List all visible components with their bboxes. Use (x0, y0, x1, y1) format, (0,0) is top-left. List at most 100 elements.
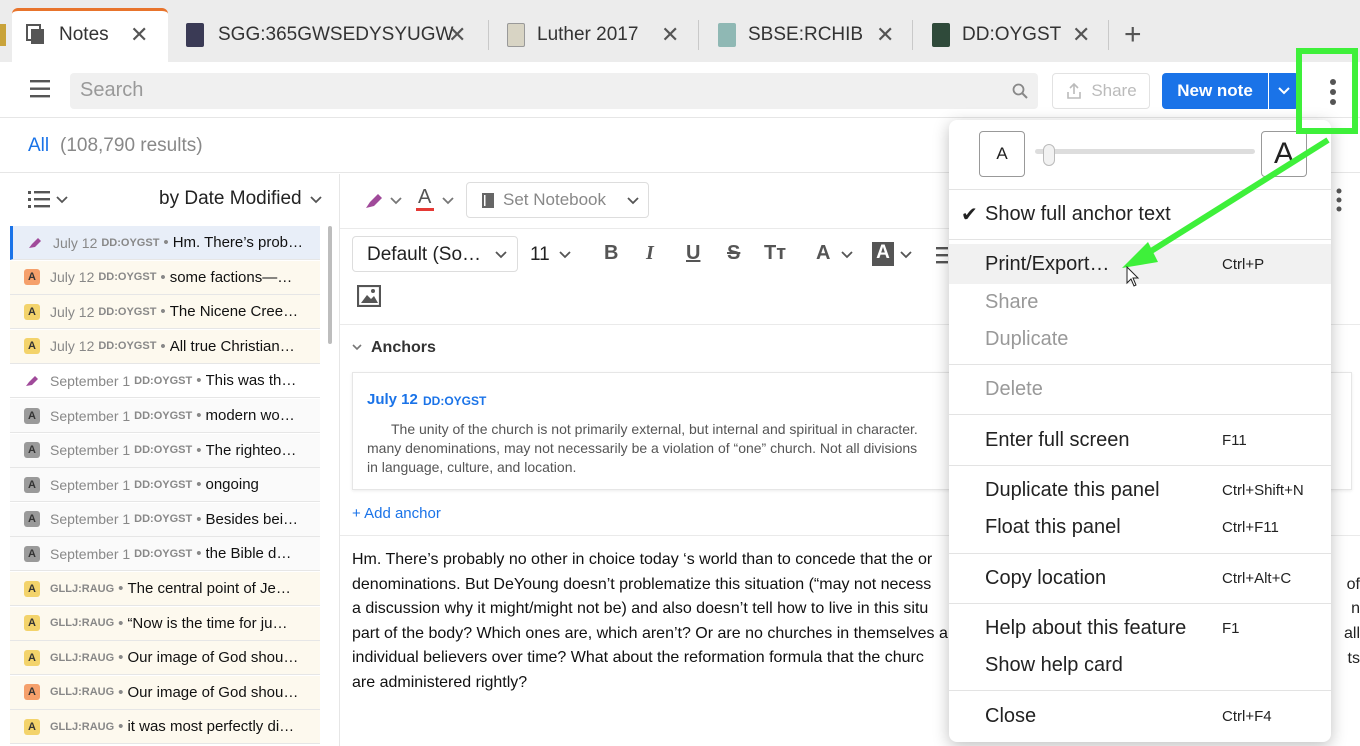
anchor-a-icon: A (24, 442, 40, 459)
highlight-color-icon[interactable]: A (872, 242, 894, 266)
list-item[interactable]: A July 12 DD:OYGST • All true Christian… (10, 329, 320, 364)
menu-item-help-about-feature[interactable]: Help about this feature (985, 617, 1186, 640)
close-icon[interactable]: ✕ (876, 22, 894, 48)
tab-separator (488, 20, 489, 50)
anchor-text-line: many denominations, may not necessarily … (367, 440, 918, 456)
list-item[interactable]: A September 1 DD:OYGST • modern wo… (10, 399, 320, 433)
tab-notes-content[interactable]: Notes ✕ (26, 14, 148, 56)
close-icon[interactable]: ✕ (661, 22, 679, 48)
close-icon[interactable]: ✕ (448, 22, 466, 48)
text-size-icon[interactable]: Tт (764, 242, 786, 265)
note-source: GLLJ:RAUG (50, 651, 115, 664)
anchor-a-icon: A (24, 269, 40, 286)
list-item[interactable]: A GLLJ:RAUG • it was most perfectly di… (10, 710, 320, 745)
chevron-down-icon[interactable] (900, 251, 912, 259)
list-item[interactable]: July 12 DD:OYGST • Hm. There’s prob… (10, 226, 320, 260)
list-icon[interactable] (936, 246, 948, 264)
anchor-source[interactable]: DD:OYGST (423, 394, 486, 408)
add-anchor-link[interactable]: + Add anchor (352, 505, 441, 522)
tab-label: DD:OYGST (962, 24, 1062, 45)
share-label: Share (1091, 81, 1137, 100)
text-color-icon[interactable]: A (418, 186, 431, 209)
list-view-icon[interactable] (28, 190, 50, 208)
chevron-down-icon[interactable] (442, 197, 454, 205)
menu-item-show-help-card[interactable]: Show help card (985, 654, 1123, 677)
new-tab-plus-icon[interactable]: + (1124, 18, 1142, 52)
list-item[interactable]: A July 12 DD:OYGST • some factions—… (10, 260, 320, 295)
list-item[interactable]: A September 1 DD:OYGST • ongoing (10, 468, 320, 503)
close-icon[interactable]: ✕ (130, 22, 148, 48)
bullet-separator: • (196, 510, 202, 528)
menu-item-duplicate-this-panel[interactable]: Duplicate this panel (985, 479, 1160, 502)
anchors-heading[interactable]: Anchors (371, 339, 436, 357)
set-notebook-dropdown[interactable]: Set Notebook (466, 182, 649, 218)
note-source: DD:OYGST (101, 236, 160, 249)
anchor-reference[interactable]: July 12 (367, 391, 418, 408)
tab-dd[interactable]: DD:OYGST ✕ (932, 14, 1090, 56)
share-button[interactable]: Share (1052, 73, 1150, 109)
note-preview: The righteo… (205, 441, 297, 459)
sort-dropdown[interactable]: by Date Modified (159, 188, 302, 210)
close-icon[interactable]: ✕ (1072, 22, 1090, 48)
list-item[interactable]: A July 12 DD:OYGST • The Nicene Cree… (10, 295, 320, 330)
underline-icon[interactable]: U (686, 242, 700, 265)
menu-item-print-export[interactable]: Print/Export… (985, 253, 1109, 276)
chevron-down-icon[interactable] (841, 251, 853, 259)
hamburger-menu-icon[interactable] (30, 80, 50, 98)
menu-divider (949, 553, 1331, 554)
new-note-label: New note (1177, 81, 1253, 100)
list-item[interactable]: A September 1 DD:OYGST • Besides bei… (10, 502, 320, 537)
insert-image-icon[interactable] (357, 285, 381, 307)
tab-sgg[interactable]: SGG:365GWSEDYSYUGW ✕ (186, 14, 466, 56)
italic-icon[interactable]: I (646, 242, 654, 265)
mouse-cursor-icon (1126, 266, 1140, 287)
list-item[interactable]: A GLLJ:RAUG • Our image of God shou… (10, 641, 320, 676)
new-note-dropdown[interactable] (1269, 73, 1299, 109)
book-cover-icon (718, 23, 736, 47)
tab-luther[interactable]: Luther 2017 ✕ (507, 14, 679, 56)
menu-item-enter-full-screen[interactable]: Enter full screen (985, 429, 1130, 452)
font-color-icon[interactable]: A (816, 242, 830, 265)
menu-item-close[interactable]: Close (985, 705, 1036, 728)
list-item[interactable]: A September 1 DD:OYGST • The righteo… (10, 433, 320, 468)
anchor-a-icon: A (24, 545, 40, 562)
search-input[interactable]: Search (70, 73, 1038, 109)
menu-item-duplicate[interactable]: Duplicate (985, 328, 1068, 351)
menu-item-delete[interactable]: Delete (985, 378, 1043, 401)
new-note-button[interactable]: New note (1162, 73, 1268, 109)
font-smaller-button[interactable]: A (979, 131, 1025, 177)
note-preview: All true Christian… (169, 337, 295, 355)
scrollbar-thumb[interactable] (328, 226, 332, 344)
list-item[interactable]: A GLLJ:RAUG • Our image of God shou… (10, 675, 320, 710)
toolbar: Search Share New note (0, 62, 1360, 118)
menu-item-float-this-panel[interactable]: Float this panel (985, 516, 1121, 539)
font-family-select[interactable]: Default (So… (352, 236, 518, 272)
note-source: DD:OYGST (134, 409, 193, 422)
menu-item-copy-location[interactable]: Copy location (985, 567, 1106, 590)
slider-handle[interactable] (1043, 144, 1055, 166)
chevron-down-icon[interactable] (310, 196, 322, 204)
note-preview: “Now is the time for ju… (127, 614, 288, 632)
notebook-icon (482, 193, 494, 208)
shortcut-label: F11 (1222, 432, 1247, 449)
chevron-down-icon[interactable] (390, 197, 402, 205)
menu-item-share[interactable]: Share (985, 291, 1038, 314)
note-source: DD:OYGST (98, 271, 157, 284)
list-item[interactable]: September 1 DD:OYGST • This was th… (10, 364, 320, 399)
note-date: September 1 (50, 476, 131, 493)
search-icon[interactable] (1012, 83, 1028, 99)
tab-sbse[interactable]: SBSE:RCHIB ✕ (718, 14, 894, 56)
list-item[interactable]: A September 1 DD:OYGST • the Bible d… (10, 537, 320, 572)
filter-all[interactable]: All (28, 135, 49, 157)
chevron-down-icon[interactable] (352, 344, 362, 351)
menu-divider (949, 690, 1331, 691)
list-item[interactable]: A GLLJ:RAUG • “Now is the time for ju… (10, 606, 320, 641)
strikethrough-icon[interactable]: S (727, 242, 740, 265)
bold-icon[interactable]: B (604, 242, 618, 265)
font-size-select[interactable]: 11 (530, 244, 550, 266)
chevron-down-icon[interactable] (559, 251, 571, 259)
bullet-separator: • (160, 303, 166, 321)
chevron-down-icon[interactable] (56, 196, 68, 204)
highlighter-icon[interactable] (364, 192, 384, 210)
list-item[interactable]: A GLLJ:RAUG • The central point of Je… (10, 572, 320, 606)
